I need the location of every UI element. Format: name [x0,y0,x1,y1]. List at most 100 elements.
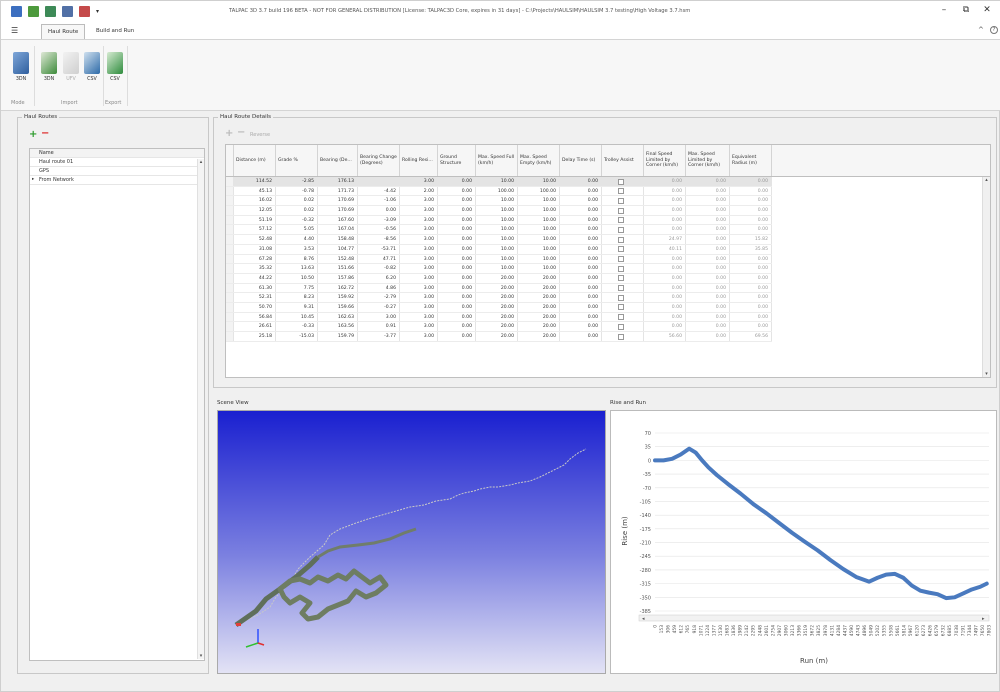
table-cell[interactable]: 0.00 [686,264,730,273]
table-cell[interactable]: 162.72 [318,283,358,293]
row-selector[interactable] [226,283,234,293]
flag-icon[interactable] [79,6,90,17]
table-cell[interactable]: 10.00 [476,225,518,235]
table-row[interactable]: 50.70 9.31 159.66 -0.27 3.00 0.00 20.00 20.00 0.… [226,302,772,313]
checkbox-icon[interactable] [618,236,624,243]
table-cell[interactable]: 3.00 [400,332,438,341]
table-cell[interactable]: 0.00 [686,186,730,196]
table-cell[interactable]: 0.00 [438,322,476,331]
table-cell[interactable]: 10.00 [518,215,560,225]
trolley-assist-checkbox[interactable] [602,244,644,254]
table-cell[interactable]: 0.00 [730,254,772,264]
table-cell[interactable]: 0.00 [686,332,730,341]
table-cell[interactable]: 20.00 [476,312,518,322]
chart-hscrollbar[interactable] [638,614,990,622]
table-cell[interactable]: 0.00 [358,206,400,215]
table-cell[interactable]: 0.00 [438,196,476,206]
table-cell[interactable]: 56.84 [234,312,276,322]
table-cell[interactable]: 3.00 [400,264,438,273]
trolley-assist-checkbox[interactable] [602,254,644,264]
checkbox-icon[interactable] [618,275,624,282]
table-cell[interactable]: 3.00 [400,225,438,235]
table-cell[interactable]: 8.76 [276,254,318,264]
table-cell[interactable]: 6.20 [358,273,400,283]
table-cell[interactable]: 152.48 [318,254,358,264]
table-cell[interactable]: 20.00 [518,312,560,322]
menu-icon[interactable]: ☰ [11,26,18,35]
table-cell[interactable]: 3.00 [400,254,438,264]
route-item-gps[interactable]: GPS [30,167,204,176]
table-cell[interactable]: 69.56 [730,332,772,341]
table-cell[interactable]: 0.00 [560,206,602,215]
table-cell[interactable]: 3.00 [400,322,438,331]
table-cell[interactable]: 20.00 [518,293,560,302]
mode-3dn-button[interactable]: 3DN [13,52,29,82]
table-cell[interactable]: 16.02 [234,196,276,206]
column-header[interactable]: Ground Structure [438,145,476,176]
add-segment-button[interactable]: + [225,128,233,139]
table-cell[interactable]: 20.00 [476,322,518,331]
table-row[interactable]: 25.18 -15.03 159.79 -3.77 3.00 0.00 20.00 20.00… [226,332,772,342]
table-cell[interactable]: 0.00 [730,312,772,322]
table-cell[interactable]: 157.86 [318,273,358,283]
table-cell[interactable]: 0.00 [560,215,602,225]
table-cell[interactable]: 0.00 [644,215,686,225]
table-cell[interactable]: 10.00 [518,244,560,254]
table-cell[interactable]: 0.00 [438,264,476,273]
table-cell[interactable]: 151.66 [318,264,358,273]
table-cell[interactable]: 26.61 [234,322,276,331]
table-cell[interactable]: 52.48 [234,235,276,244]
checkbox-icon[interactable] [618,265,624,272]
import-3dn-button[interactable]: 3DN [41,52,57,82]
table-cell[interactable]: 10.00 [476,215,518,225]
table-cell[interactable]: 170.69 [318,206,358,215]
table-cell[interactable]: 3.00 [400,312,438,322]
table-cell[interactable]: 10.00 [518,206,560,215]
row-selector[interactable] [226,312,234,322]
table-cell[interactable]: 9.31 [276,302,318,312]
table-row[interactable]: 57.12 5.05 167.04 -0.56 3.00 0.00 10.00 10.00 0.… [226,225,772,236]
table-cell[interactable]: 50.70 [234,302,276,312]
close-button[interactable]: ✕ [980,5,994,15]
table-cell[interactable]: 20.00 [476,332,518,341]
table-cell[interactable]: 20.00 [518,273,560,283]
collapse-ribbon-icon[interactable]: ^ [978,26,984,34]
table-cell[interactable]: 0.00 [560,186,602,196]
table-cell[interactable]: 10.00 [518,254,560,264]
reverse-button[interactable]: Reverse [250,132,270,138]
table-row[interactable]: 35.32 13.63 151.66 -0.82 3.00 0.00 10.00 10.00 0… [226,264,772,274]
table-cell[interactable]: 0.91 [358,322,400,331]
scene-view-3d[interactable] [217,410,606,674]
table-cell[interactable]: 0.00 [560,225,602,235]
table-cell[interactable]: 0.00 [686,322,730,331]
table-cell[interactable]: 3.00 [400,302,438,312]
table-cell[interactable]: 10.50 [276,273,318,283]
table-cell[interactable]: 0.00 [560,302,602,312]
table-cell[interactable]: 0.00 [560,322,602,331]
table-cell[interactable]: 0.00 [730,186,772,196]
table-cell[interactable]: 4.40 [276,235,318,244]
table-cell[interactable]: 3.00 [400,215,438,225]
column-header[interactable]: Final Speed Limited by Corner (km/h) [644,145,686,176]
row-selector[interactable] [226,244,234,254]
table-cell[interactable]: -0.82 [358,264,400,273]
table-cell[interactable]: 52.31 [234,293,276,302]
table-cell[interactable]: -0.33 [276,322,318,331]
export-csv-button[interactable]: CSV [107,52,123,82]
table-cell[interactable]: 0.00 [438,186,476,196]
trolley-assist-checkbox[interactable] [602,293,644,302]
scroll-up-icon[interactable]: ▴ [983,177,990,183]
table-cell[interactable]: 10.00 [518,264,560,273]
table-cell[interactable]: 0.00 [438,254,476,264]
table-cell[interactable]: -53.71 [358,244,400,254]
table-cell[interactable]: -3.77 [358,332,400,341]
table-cell[interactable]: 0.00 [686,206,730,215]
table-cell[interactable]: 0.00 [438,273,476,283]
table-cell[interactable]: -2.85 [276,177,318,186]
table-cell[interactable]: 0.00 [560,196,602,206]
table-cell[interactable]: 159.92 [318,293,358,302]
table-row[interactable]: 56.84 10.45 162.63 3.00 3.00 0.00 20.00 20.00 0.… [226,312,772,323]
trolley-assist-checkbox[interactable] [602,302,644,312]
table-cell[interactable]: 170.69 [318,196,358,206]
table-cell[interactable]: 0.00 [686,293,730,302]
